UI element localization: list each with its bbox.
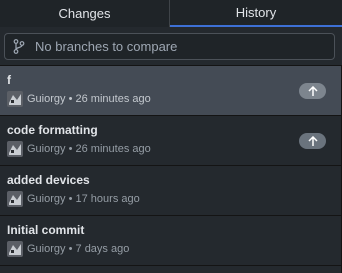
commit-row[interactable]: f Guiorgy • 26 minutes ago [0, 66, 342, 116]
meta-separator: • [68, 243, 73, 255]
avatar [7, 141, 23, 157]
commit-meta: Guiorgy • 26 minutes ago [7, 91, 151, 107]
commit-meta: Guiorgy • 26 minutes ago [7, 141, 151, 157]
arrow-up-icon [307, 85, 318, 96]
meta-separator: • [68, 93, 73, 105]
compare-bar: No branches to compare [0, 27, 342, 66]
commit-row[interactable]: code formatting Guiorgy • 26 minutes ago [0, 116, 342, 166]
commit-meta: Guiorgy • 7 days ago [7, 241, 129, 257]
arrow-up-icon [307, 135, 318, 146]
commit-row[interactable]: added devices Guiorgy • 17 hours ago [0, 166, 342, 216]
commit-list: f Guiorgy • 26 minutes ago code formatti… [0, 66, 342, 266]
commit-meta: Guiorgy • 17 hours ago [7, 191, 140, 207]
commit-title: Initial commit [7, 223, 85, 237]
git-branch-icon [13, 39, 27, 55]
commit-time: 26 minutes ago [75, 143, 151, 155]
meta-separator: • [68, 143, 73, 155]
unpushed-commit-badge[interactable] [299, 83, 326, 99]
meta-separator: • [68, 193, 73, 205]
avatar [7, 241, 23, 257]
branch-compare-input[interactable]: No branches to compare [4, 33, 335, 60]
commit-time: 17 hours ago [75, 193, 140, 205]
tab-changes[interactable]: Changes [0, 0, 170, 27]
commit-title: code formatting [7, 123, 98, 137]
commit-time: 26 minutes ago [75, 93, 151, 105]
commit-time: 7 days ago [75, 243, 130, 255]
avatar [7, 91, 23, 107]
commit-author: Guiorgy [27, 143, 66, 155]
commit-author: Guiorgy [27, 193, 66, 205]
commit-title: f [7, 73, 11, 87]
commit-title: added devices [7, 173, 90, 187]
unpushed-commit-badge[interactable] [299, 133, 326, 149]
tab-bar: Changes History [0, 0, 342, 27]
commit-author: Guiorgy [27, 243, 66, 255]
commit-author: Guiorgy [27, 93, 66, 105]
branch-compare-placeholder: No branches to compare [35, 39, 178, 54]
tab-history[interactable]: History [170, 0, 342, 27]
commit-row[interactable]: Initial commit Guiorgy • 7 days ago [0, 216, 342, 266]
avatar [7, 191, 23, 207]
